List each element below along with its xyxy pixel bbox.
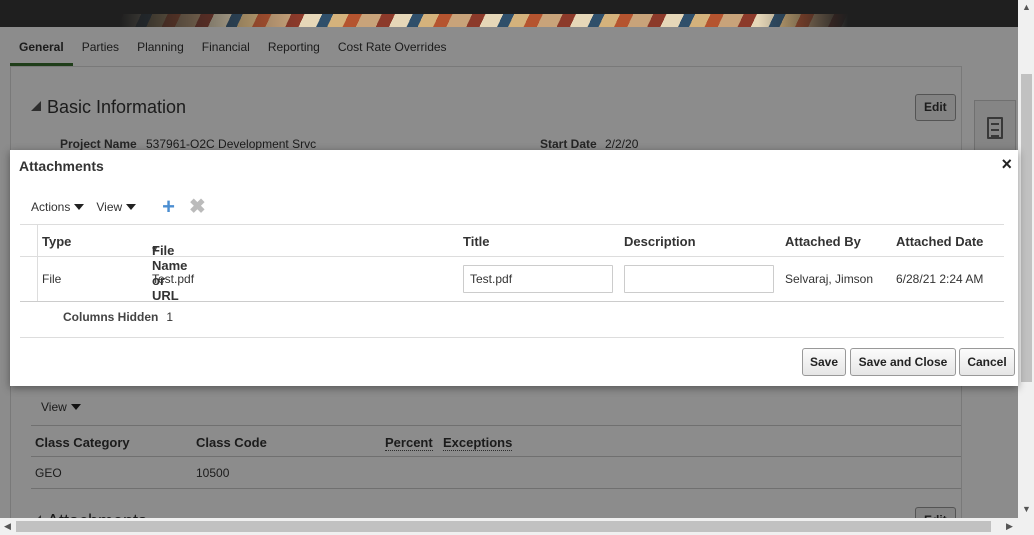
description-input[interactable]	[624, 265, 774, 293]
title-header: Title	[463, 234, 490, 249]
table-header: Type * File Name or URL Title Description…	[20, 224, 1004, 303]
actions-menu[interactable]: Actions	[31, 200, 85, 214]
columns-hidden-count: 1	[166, 310, 174, 324]
scroll-left-icon[interactable]: ◀	[4, 521, 11, 532]
columns-hidden-label: Columns Hidden	[63, 310, 159, 324]
horizontal-scrollbar[interactable]: ◀ ▶	[0, 518, 1034, 535]
chevron-down-icon	[126, 204, 137, 210]
table-row[interactable]: File Test.pdf Test.pdf Selvaraj, Jimson …	[20, 257, 1004, 302]
vertical-scrollbar[interactable]: ▲ ▼	[1018, 0, 1034, 518]
type-header: Type	[42, 234, 72, 249]
dialog-title: Attachments	[19, 158, 104, 174]
close-icon[interactable]: ×	[1001, 154, 1012, 175]
attached-date-header: Attached Date	[896, 234, 984, 249]
divider	[20, 337, 1004, 338]
attached-by-header: Attached By	[785, 234, 861, 249]
save-and-close-button[interactable]: Save and Close	[850, 348, 956, 376]
delete-icon[interactable]: ✖	[189, 197, 206, 217]
scroll-down-icon[interactable]: ▼	[1022, 504, 1031, 514]
scroll-right-icon[interactable]: ▶	[1006, 521, 1013, 532]
file-link[interactable]: Test.pdf	[152, 272, 194, 286]
attachments-table: Type * File Name or URL Title Description…	[20, 224, 1004, 303]
horizontal-scroll-thumb[interactable]	[16, 521, 991, 532]
type-cell: File	[42, 272, 62, 286]
attached-date-cell: 6/28/21 2:24 AM	[896, 272, 984, 286]
columns-hidden-status: Columns Hidden 1	[63, 310, 173, 324]
vertical-scroll-thumb[interactable]	[1021, 74, 1032, 382]
add-icon[interactable]: +	[162, 196, 175, 218]
view-menu[interactable]: View	[96, 200, 137, 214]
cancel-button[interactable]: Cancel	[959, 348, 1015, 376]
description-header: Description	[624, 234, 696, 249]
save-button[interactable]: Save	[802, 348, 846, 376]
header-banner	[0, 0, 1018, 27]
attachments-dialog: Attachments × Actions View + ✖ Type * Fil…	[10, 150, 1018, 386]
dialog-toolbar: Actions View + ✖	[31, 196, 206, 218]
chevron-down-icon	[74, 204, 85, 210]
title-input[interactable]: Test.pdf	[463, 265, 613, 293]
row-selector[interactable]	[20, 257, 38, 301]
scroll-up-icon[interactable]: ▲	[1022, 2, 1031, 12]
attached-by-cell: Selvaraj, Jimson	[785, 272, 874, 286]
